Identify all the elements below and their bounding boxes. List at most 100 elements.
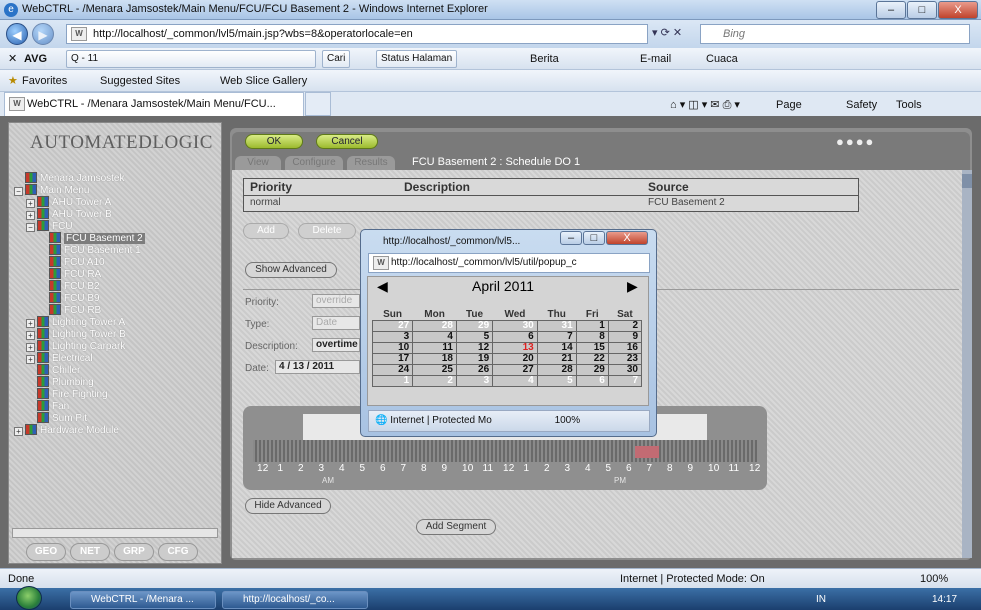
calendar-day[interactable]: 1 [371, 375, 414, 387]
calendar-day[interactable]: 2 [412, 375, 457, 387]
calendar-day[interactable]: 30 [492, 320, 538, 332]
tree-item[interactable]: Chiller [12, 364, 212, 376]
cancel-button[interactable]: Cancel [316, 134, 378, 149]
zoom-level[interactable]: 100% [920, 573, 948, 585]
status-halaman-button[interactable]: Status Halaman [376, 50, 458, 68]
hide-advanced-button[interactable]: Hide Advanced [245, 498, 331, 514]
minimize-button[interactable]: – [876, 1, 906, 19]
calendar-day[interactable]: 13 [492, 342, 538, 354]
calendar-day[interactable]: 29 [455, 320, 494, 332]
calendar-day[interactable]: 27 [371, 320, 414, 332]
calendar-day[interactable]: 23 [607, 353, 643, 365]
protected-mode-status[interactable]: Internet | Protected Mode: On [620, 573, 765, 585]
web-slice-gallery-link[interactable]: Web Slice Gallery [220, 73, 307, 89]
calendar-day[interactable]: 20 [492, 353, 538, 365]
calendar-day[interactable]: 6 [575, 375, 609, 387]
tree-item[interactable]: Plumbing [12, 376, 212, 388]
taskbar-item-webctrl[interactable]: WebCTRL - /Menara ... [70, 591, 216, 609]
calendar-day[interactable]: 28 [412, 320, 457, 332]
calendar-day[interactable]: 8 [575, 331, 609, 343]
calendar-day[interactable]: 12 [455, 342, 494, 354]
left-button-net[interactable]: NET [70, 543, 110, 561]
expand-icon[interactable]: + [26, 331, 35, 340]
collapse-icon[interactable]: − [14, 187, 23, 196]
calendar-day[interactable]: 31 [536, 320, 577, 332]
tree-item[interactable]: − FCU [12, 220, 212, 232]
tree-horizontal-scrollbar[interactable] [12, 528, 218, 538]
calendar-day[interactable]: 7 [536, 331, 577, 343]
start-button[interactable] [16, 586, 42, 610]
tab-view[interactable]: View [235, 156, 281, 170]
calendar-day[interactable]: 24 [371, 364, 414, 376]
calendar-day[interactable]: 18 [412, 353, 457, 365]
tree-item[interactable]: + AHU Tower A [12, 196, 212, 208]
calendar-day[interactable]: 11 [412, 342, 457, 354]
cari-button[interactable]: Cari [322, 50, 351, 68]
expand-icon[interactable]: + [26, 199, 35, 208]
calendar-day[interactable]: 16 [607, 342, 643, 354]
maximize-button[interactable]: □ [907, 1, 937, 19]
tree-item[interactable]: FCU Basement 1 [12, 244, 212, 256]
tree-item[interactable]: + Electrical [12, 352, 212, 364]
main-vertical-scrollbar[interactable] [962, 170, 972, 558]
calendar-day[interactable]: 29 [575, 364, 609, 376]
tree-item[interactable]: Menara Jamsostek [12, 172, 212, 184]
window-control-icons[interactable]: ●●●● [836, 134, 875, 149]
calendar-day[interactable]: 7 [607, 375, 643, 387]
schedule-timeline[interactable] [253, 440, 757, 462]
description-input[interactable]: overtime [312, 338, 360, 352]
tree-item[interactable]: FCU RA [12, 268, 212, 280]
calendar-day[interactable]: 28 [536, 364, 577, 376]
calendar-day[interactable]: 25 [412, 364, 457, 376]
calendar-day[interactable]: 19 [455, 353, 494, 365]
tree-item[interactable]: FCU RB [12, 304, 212, 316]
calendar-day[interactable]: 3 [371, 331, 414, 343]
new-tab-button[interactable] [305, 92, 331, 116]
tree-item[interactable]: Sum Pit [12, 412, 212, 424]
add-button[interactable]: Add [243, 223, 289, 239]
home-icon[interactable]: ⌂ ▾ ◫ ▾ ✉ ⎙ ▾ [670, 97, 740, 113]
tab-configure[interactable]: Configure [285, 156, 343, 170]
tree-item[interactable]: Fan [12, 400, 212, 412]
close-toolbar-icon[interactable]: ✕ [8, 51, 17, 67]
tab-results[interactable]: Results [347, 156, 395, 170]
tree-item[interactable]: Fire Fighting [12, 388, 212, 400]
expand-icon[interactable]: + [26, 211, 35, 220]
prev-month-button[interactable]: ◀ [377, 278, 388, 295]
left-button-cfg[interactable]: CFG [158, 543, 198, 561]
ok-button[interactable]: OK [245, 134, 303, 149]
tools-menu[interactable]: Tools [896, 97, 922, 113]
tree-item[interactable]: + Lighting Tower B [12, 328, 212, 340]
calendar-day[interactable]: 5 [455, 331, 494, 343]
tree-item[interactable]: FCU B2 [12, 280, 212, 292]
avg-search-input[interactable]: Q - 11 [66, 50, 316, 68]
left-button-grp[interactable]: GRP [114, 543, 154, 561]
tree-item[interactable]: FCU A10 [12, 256, 212, 268]
page-menu[interactable]: Page [776, 97, 802, 113]
row-priority[interactable]: normal [250, 196, 281, 210]
tree-item[interactable]: + Lighting Tower A [12, 316, 212, 328]
popup-maximize-button[interactable]: □ [583, 231, 605, 245]
date-input[interactable]: 4 / 13 / 2011 [275, 360, 360, 374]
popup-minimize-button[interactable]: – [560, 231, 582, 245]
cuaca-menu[interactable]: Cuaca [706, 51, 738, 67]
tree-item[interactable]: FCU B9 [12, 292, 212, 304]
collapse-icon[interactable]: − [26, 223, 35, 232]
calendar-day[interactable]: 5 [536, 375, 577, 387]
expand-icon[interactable]: + [26, 319, 35, 328]
popup-close-button[interactable]: X [606, 231, 648, 245]
calendar-day[interactable]: 2 [607, 320, 643, 332]
forward-button[interactable]: ▶ [32, 23, 54, 45]
tree-item[interactable]: + Lighting Carpark [12, 340, 212, 352]
calendar-day[interactable]: 17 [371, 353, 414, 365]
expand-icon[interactable]: + [26, 343, 35, 352]
email-menu[interactable]: E-mail [640, 51, 671, 67]
safety-menu[interactable]: Safety [846, 97, 877, 113]
calendar-day[interactable]: 26 [455, 364, 494, 376]
avg-logo[interactable]: AVG [24, 51, 47, 67]
expand-icon[interactable]: + [14, 427, 23, 436]
calendar-day[interactable]: 21 [536, 353, 577, 365]
browser-tab[interactable]: W WebCTRL - /Menara Jamsostek/Main Menu/… [4, 92, 304, 116]
delete-button[interactable]: Delete [298, 223, 356, 239]
scrollbar-thumb[interactable] [962, 174, 972, 188]
